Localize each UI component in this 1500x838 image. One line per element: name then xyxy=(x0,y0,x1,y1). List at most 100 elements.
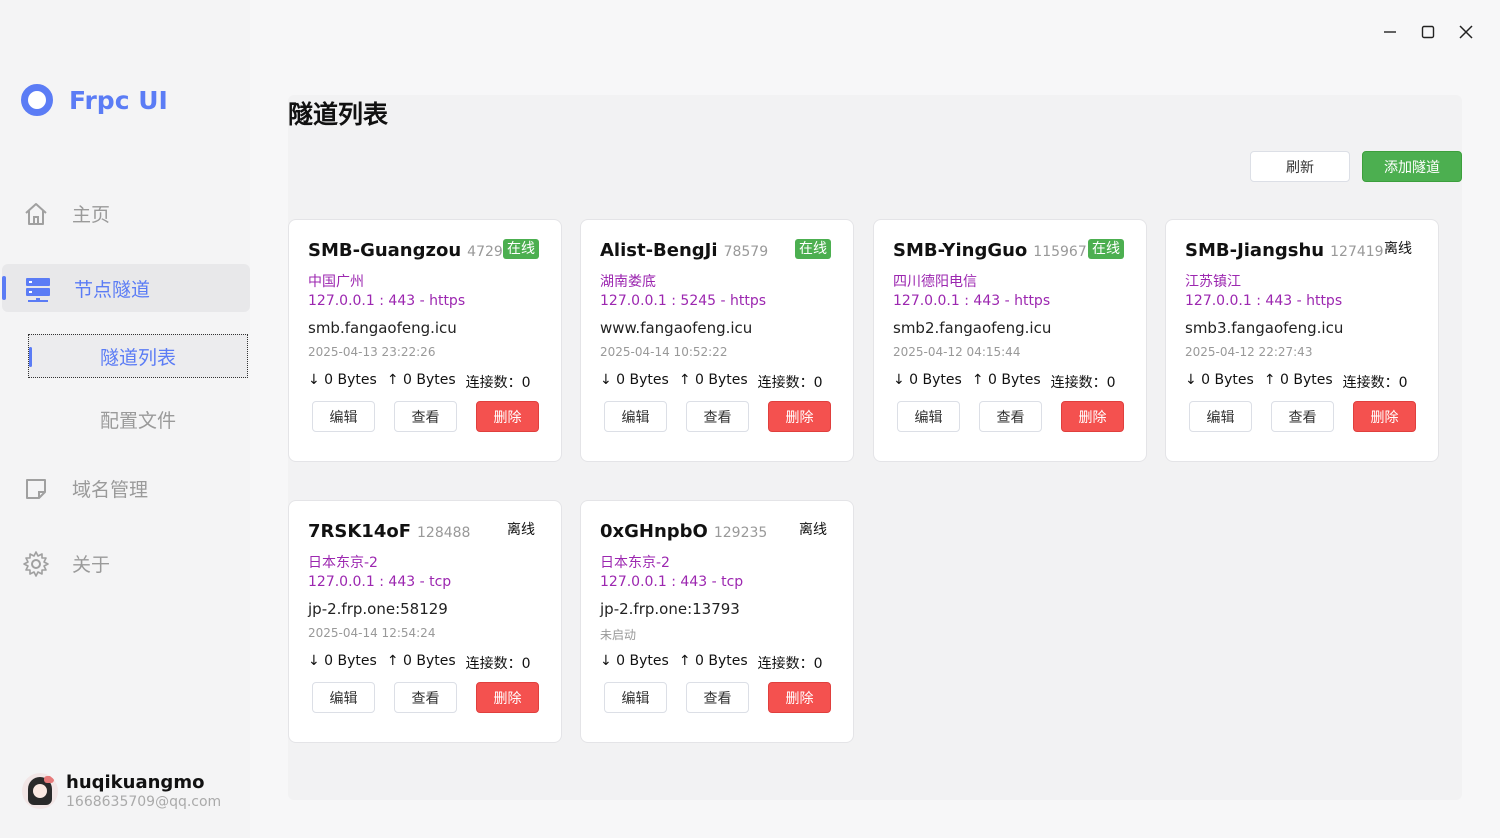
close-button[interactable] xyxy=(1454,20,1478,44)
tunnel-local-addr: 127.0.0.1 : 443 - https xyxy=(893,293,1051,309)
sidebar-item-about[interactable]: 关于 xyxy=(0,539,248,587)
traffic-down: ↓ 0 Bytes xyxy=(1185,372,1254,388)
tunnel-stats: ↓ 0 Bytes ↑ 0 Bytes 连接数：0 xyxy=(600,653,823,673)
connection-count: 连接数：0 xyxy=(757,656,823,672)
tunnel-stats: ↓ 0 Bytes ↑ 0 Bytes 连接数：0 xyxy=(600,372,823,392)
add-tunnel-button[interactable]: 添加隧道 xyxy=(1362,151,1462,182)
home-icon xyxy=(25,203,47,225)
minimize-icon xyxy=(1384,31,1396,33)
tunnel-local-addr: 127.0.0.1 : 443 - https xyxy=(1185,293,1343,309)
connection-count: 连接数：0 xyxy=(757,375,823,391)
connection-count: 连接数：0 xyxy=(465,656,531,672)
avatar xyxy=(22,773,58,809)
sidebar-subitem-tunnel-list[interactable]: 隧道列表 xyxy=(28,334,248,378)
sidebar-item-label: 关于 xyxy=(72,553,111,576)
sidebar-item-node-tunnel[interactable]: 节点隧道 xyxy=(2,264,250,312)
delete-button[interactable]: 删除 xyxy=(768,682,831,713)
tunnel-region: 日本东京-2 xyxy=(600,555,670,571)
status-badge: 在线 xyxy=(1088,239,1124,259)
edit-button[interactable]: 编辑 xyxy=(604,401,667,432)
edit-button[interactable]: 编辑 xyxy=(604,682,667,713)
tunnel-time: 2025-04-14 10:52:22 xyxy=(600,345,728,359)
tunnel-domain: smb3.fangaofeng.icu xyxy=(1185,319,1344,337)
tunnel-domain: jp-2.frp.one:13793 xyxy=(600,600,740,618)
maximize-button[interactable] xyxy=(1416,20,1440,44)
tunnel-name: SMB-Guangzou xyxy=(308,240,462,261)
traffic-up: ↑ 0 Bytes xyxy=(386,372,456,388)
tunnel-local-addr: 127.0.0.1 : 443 - https xyxy=(308,293,466,309)
tunnel-domain: www.fangaofeng.icu xyxy=(600,319,753,337)
tunnel-name: SMB-YingGuo xyxy=(893,240,1028,261)
tunnel-region: 湖南娄底 xyxy=(600,274,656,290)
tunnel-domain: smb2.fangaofeng.icu xyxy=(893,319,1052,337)
traffic-down: ↓ 0 Bytes xyxy=(308,653,377,669)
delete-button[interactable]: 删除 xyxy=(1353,401,1416,432)
page-title: 隧道列表 xyxy=(288,100,389,129)
view-button[interactable]: 查看 xyxy=(1271,401,1334,432)
sidebar-item-label: 主页 xyxy=(72,203,111,226)
tunnel-stats: ↓ 0 Bytes ↑ 0 Bytes 连接数：0 xyxy=(308,653,531,673)
tunnel-time: 2025-04-12 04:15:44 xyxy=(893,345,1021,359)
edit-button[interactable]: 编辑 xyxy=(1189,401,1252,432)
traffic-down: ↓ 0 Bytes xyxy=(308,372,377,388)
traffic-down: ↓ 0 Bytes xyxy=(893,372,962,388)
tunnel-id: 129235 xyxy=(713,525,768,541)
traffic-up: ↑ 0 Bytes xyxy=(678,372,748,388)
traffic-down: ↓ 0 Bytes xyxy=(600,653,669,669)
tunnel-name: Alist-BengJi xyxy=(600,240,718,261)
tunnel-stats: ↓ 0 Bytes ↑ 0 Bytes 连接数：0 xyxy=(308,372,531,392)
tunnel-stats: ↓ 0 Bytes ↑ 0 Bytes 连接数：0 xyxy=(893,372,1116,392)
tunnel-region: 日本东京-2 xyxy=(308,555,378,571)
tunnel-card: 7RSK14oF 128488 离线 日本东京-2 127.0.0.1 : 443… xyxy=(288,500,562,743)
connection-count: 连接数：0 xyxy=(1050,375,1116,391)
tag-icon xyxy=(26,479,46,499)
tunnel-region: 四川德阳电信 xyxy=(893,274,977,290)
tunnel-time: 2025-04-12 22:27:43 xyxy=(1185,345,1313,359)
tunnel-time: 2025-04-14 12:54:24 xyxy=(308,626,436,640)
tunnel-card: SMB-Guangzou 47299 在线 中国广州 127.0.0.1 : 44… xyxy=(288,219,562,462)
edit-button[interactable]: 编辑 xyxy=(312,401,375,432)
tunnel-time: 2025-04-13 23:22:26 xyxy=(308,345,436,359)
view-button[interactable]: 查看 xyxy=(979,401,1042,432)
connection-count: 连接数：0 xyxy=(1342,375,1408,391)
sidebar-item-label: 域名管理 xyxy=(72,478,149,501)
tunnel-time: 未启动 xyxy=(600,628,637,642)
refresh-button[interactable]: 刷新 xyxy=(1250,151,1350,182)
status-badge: 在线 xyxy=(503,239,539,259)
tunnel-region: 中国广州 xyxy=(308,274,364,290)
edit-button[interactable]: 编辑 xyxy=(312,682,375,713)
tunnel-card: 0xGHnpbO 129235 离线 日本东京-2 127.0.0.1 : 443… xyxy=(580,500,854,743)
close-icon xyxy=(1459,25,1473,39)
sidebar-item-home[interactable]: 主页 xyxy=(0,189,248,237)
tunnel-card: SMB-YingGuo 115967 在线 四川德阳电信 127.0.0.1 : … xyxy=(873,219,1147,462)
delete-button[interactable]: 删除 xyxy=(1061,401,1124,432)
tunnel-domain: jp-2.frp.one:58129 xyxy=(308,600,448,618)
app-logo: Frpc UI xyxy=(21,84,168,116)
view-button[interactable]: 查看 xyxy=(686,401,749,432)
sidebar-item-domain[interactable]: 域名管理 xyxy=(0,464,248,512)
sidebar-subitem-config-file[interactable]: 配置文件 xyxy=(28,397,248,441)
minimize-button[interactable] xyxy=(1378,20,1402,44)
delete-button[interactable]: 删除 xyxy=(476,682,539,713)
tunnel-id: 127419 xyxy=(1330,244,1384,260)
tunnel-stats: ↓ 0 Bytes ↑ 0 Bytes 连接数：0 xyxy=(1185,372,1408,392)
tunnel-local-addr: 127.0.0.1 : 443 - tcp xyxy=(308,574,452,590)
user-profile[interactable]: huqikuangmo 1668635709@qq.com xyxy=(22,772,221,810)
tunnel-name: 7RSK14oF xyxy=(308,521,412,542)
edit-button[interactable]: 编辑 xyxy=(897,401,960,432)
maximize-icon xyxy=(1421,25,1435,39)
user-email: 1668635709@qq.com xyxy=(66,794,222,810)
delete-button[interactable]: 删除 xyxy=(476,401,539,432)
view-button[interactable]: 查看 xyxy=(394,401,457,432)
tunnel-card: SMB-Jiangshu 127419 离线 江苏镇江 127.0.0.1 : 4… xyxy=(1165,219,1439,462)
tunnel-id: 115967 xyxy=(1033,244,1087,260)
tunnel-local-addr: 127.0.0.1 : 443 - tcp xyxy=(600,574,744,590)
view-button[interactable]: 查看 xyxy=(686,682,749,713)
connection-count: 连接数：0 xyxy=(465,375,531,391)
gear-icon xyxy=(23,551,49,577)
traffic-up: ↑ 0 Bytes xyxy=(971,372,1041,388)
delete-button[interactable]: 删除 xyxy=(768,401,831,432)
view-button[interactable]: 查看 xyxy=(394,682,457,713)
tunnel-domain: smb.fangaofeng.icu xyxy=(308,319,457,337)
app-name: Frpc UI xyxy=(69,85,168,115)
